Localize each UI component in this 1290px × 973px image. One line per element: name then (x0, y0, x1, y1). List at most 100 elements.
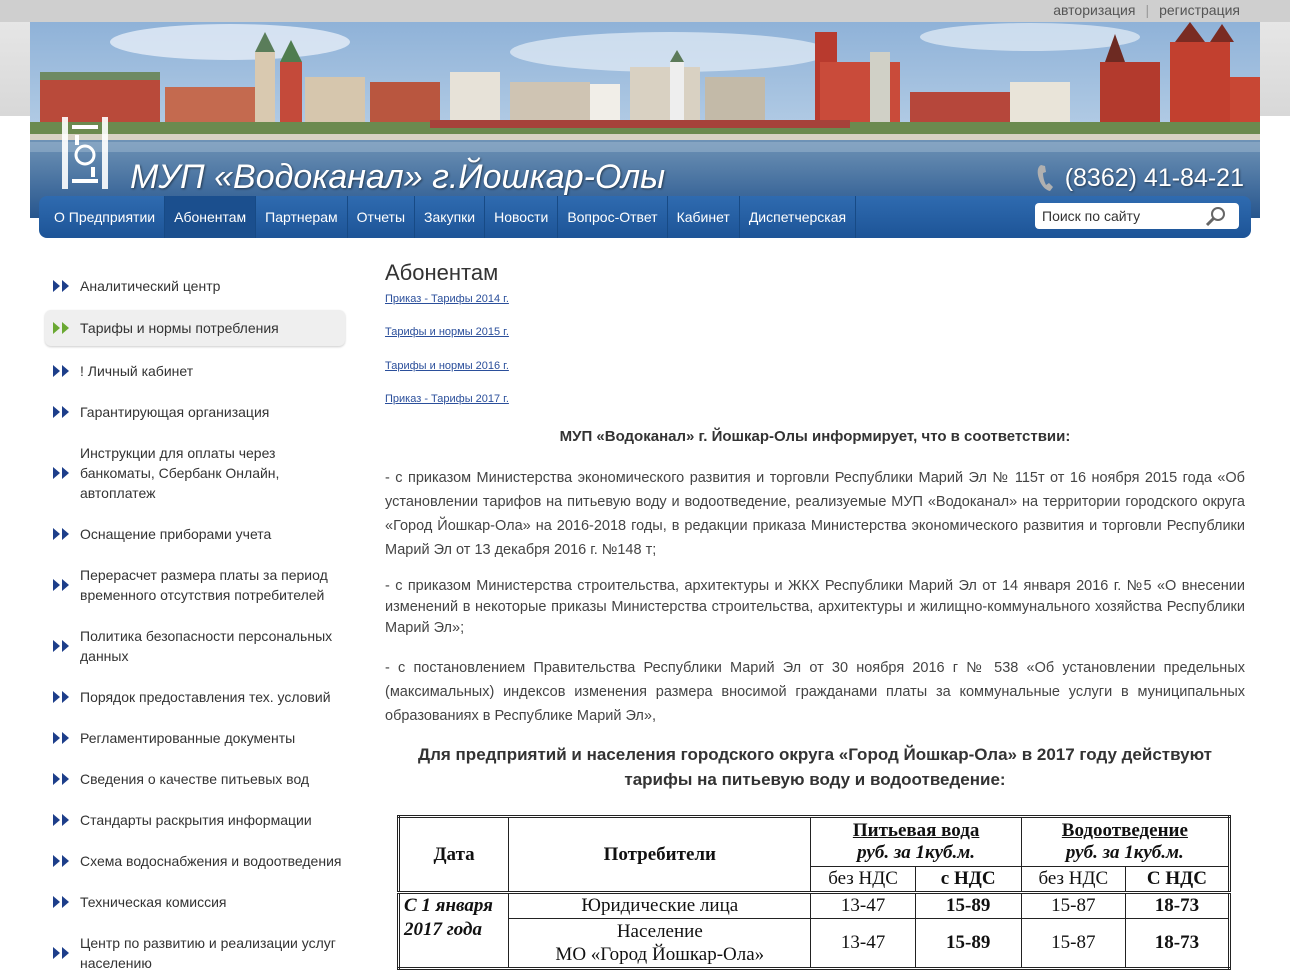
water-vat-value: 15-89 (946, 932, 991, 953)
tariff-heading: Для предприятий и населения городского о… (385, 742, 1245, 792)
double-arrow-icon (53, 731, 69, 744)
auth-separator: | (1145, 2, 1150, 18)
water-unit: руб. за 1куб.м. (857, 842, 976, 863)
sewage-vat-value: 18-73 (1154, 932, 1200, 953)
nav-item-purchases[interactable]: Закупки (415, 196, 486, 238)
phone-number: (8362) 41-84-21 (1035, 163, 1244, 193)
sidebar-item-supply-scheme[interactable]: Схема водоснабжения и водоотведения (45, 840, 345, 881)
double-arrow-icon (53, 639, 69, 652)
paragraph: - с приказом Министерства экономического… (385, 470, 1245, 558)
register-link[interactable]: регистрация (1159, 2, 1240, 18)
water-no-vat-cell: 13-47 (810, 918, 916, 969)
nav-item-subscribers[interactable]: Абонентам (165, 196, 257, 238)
logo-icon[interactable] (58, 115, 114, 191)
nav-item-faq[interactable]: Вопрос-Ответ (558, 196, 668, 238)
double-arrow-icon (53, 946, 69, 959)
consumer-line: МО «Город Йошкар-Ола» (555, 944, 765, 965)
water-vat-header: с НДС (914, 866, 1022, 893)
main-content: Абонентам Приказ - Тарифы 2014 г. Тарифы… (385, 260, 1245, 789)
sewage-no-vat-cell: 15-87 (1020, 892, 1126, 919)
period-line: 2017 года (404, 919, 482, 940)
double-arrow-icon (53, 322, 69, 334)
sidebar-item-tech-commission[interactable]: Техническая комиссия (45, 881, 345, 922)
doc-link-2016[interactable]: Тарифы и нормы 2016 г. (385, 360, 509, 372)
consumer-cell: Население МО «Город Йошкар-Ола» (508, 918, 812, 969)
nav-item-about[interactable]: О Предприятии (39, 196, 166, 238)
col-consumers-header: Потребители (508, 816, 812, 893)
sidebar-item-privacy[interactable]: Политика безопасности персональных данны… (45, 615, 345, 676)
double-arrow-icon (53, 813, 69, 826)
main-nav: О Предприятии Абонентам Партнерам Отчеты… (39, 196, 1251, 238)
doc-link-2014[interactable]: Приказ - Тарифы 2014 г. (385, 293, 509, 305)
double-arrow-icon (53, 854, 69, 867)
sidebar-item-documents[interactable]: Регламентированные документы (45, 717, 345, 758)
search-input[interactable] (1035, 208, 1203, 224)
water-vat-cell: 15-89 (914, 892, 1022, 919)
sewage-vat-header: С НДС (1124, 866, 1231, 893)
water-vat-cell: 15-89 (914, 918, 1022, 969)
period-cell: С 1 января 2017 года (397, 892, 510, 969)
sewage-vat-cell: 18-73 (1124, 918, 1231, 969)
water-header: Питьевая вода руб. за 1куб.м. (810, 816, 1022, 867)
double-arrow-icon (53, 280, 69, 292)
nav-item-dispatch[interactable]: Диспетчерская (740, 196, 857, 238)
double-arrow-icon (53, 690, 69, 703)
info-heading: МУП «Водоканал» г. Йошкар-Олы информируе… (559, 428, 1071, 445)
sidebar-item-tariffs[interactable]: Тарифы и нормы потребления (45, 310, 345, 346)
sidebar-item-water-quality[interactable]: Сведения о качестве питьевых вод (45, 758, 345, 799)
page: авторизация | регистрация МУП «Водоканал… (0, 0, 1290, 973)
sidebar-item-label: Техническая комиссия (80, 893, 227, 910)
sidebar-item-label: Порядок предоставления тех. условий (80, 688, 331, 705)
double-arrow-icon (53, 895, 69, 908)
auth-links: авторизация | регистрация (1053, 2, 1240, 18)
sidebar-item-label: Стандарты раскрытия информации (80, 811, 312, 828)
doc-link-2015[interactable]: Тарифы и нормы 2015 г. (385, 326, 509, 338)
sewage-header: Водоотведение руб. за 1куб.м. (1020, 816, 1231, 867)
sidebar-item-analytics[interactable]: Аналитический центр (45, 262, 345, 310)
col-date-header: Дата (397, 816, 510, 893)
sidebar-item-label: Аналитический центр (80, 278, 221, 294)
water-vat-value: 15-89 (946, 895, 991, 916)
nav-item-reports[interactable]: Отчеты (348, 196, 416, 238)
water-no-vat-cell: 13-47 (810, 892, 916, 919)
login-link[interactable]: авторизация (1053, 2, 1135, 18)
double-arrow-icon (53, 578, 69, 591)
search-icon[interactable] (1203, 205, 1229, 227)
nav-item-partners[interactable]: Партнерам (256, 196, 348, 238)
sidebar-item-service-center[interactable]: Центр по развитию и реализации услуг нас… (45, 922, 345, 973)
sidebar-item-meters[interactable]: Оснащение приборами учета (45, 513, 345, 554)
nav-item-news[interactable]: Новости (485, 196, 559, 238)
paragraph: - с постановлением Правительства Республ… (385, 660, 1245, 724)
paragraph: - с приказом Министерства строительства,… (385, 578, 1245, 636)
sewage-unit: руб. за 1куб.м. (1065, 842, 1184, 863)
consumer-cell: Юридические лица (508, 892, 812, 919)
sidebar-item-personal-cabinet[interactable]: ! Личный кабинет (45, 350, 345, 391)
water-title: Питьевая вода (852, 820, 980, 841)
sidebar-item-recalculation[interactable]: Перерасчет размера платы за период време… (45, 554, 345, 615)
sewage-vat-value: 18-73 (1154, 895, 1200, 916)
sidebar-item-label: Тарифы и нормы потребления (80, 320, 279, 336)
sidebar-item-label: ! Личный кабинет (80, 362, 194, 379)
nav-item-cabinet[interactable]: Кабинет (668, 196, 740, 238)
page-title: Абонентам (385, 260, 499, 285)
period-line: С 1 января (404, 895, 493, 916)
tariff-table: Дата Потребители Питьевая вода руб. за 1… (397, 815, 1231, 970)
phone-text: (8362) 41-84-21 (1064, 163, 1244, 192)
consumer-line: Население (616, 921, 703, 942)
sidebar-item-disclosure-standards[interactable]: Стандарты раскрытия информации (45, 799, 345, 840)
tariff-heading-line: тарифы на питьевую воду и водоотведение: (624, 770, 1006, 789)
sidebar-menu: Аналитический центр Тарифы и нормы потре… (45, 262, 345, 973)
sidebar-item-label: Оснащение приборами учета (80, 525, 272, 542)
sewage-vat-cell: 18-73 (1124, 892, 1231, 919)
sewage-no-vat-cell: 15-87 (1020, 918, 1126, 969)
site-title: МУП «Водоканал» г.Йошкар-Олы (130, 158, 666, 196)
sidebar-item-payment-instructions[interactable]: Инструкции для оплаты через банкоматы, С… (45, 432, 345, 513)
sidebar-item-label: Политика безопасности персональных данны… (80, 627, 333, 664)
doc-link-2017[interactable]: Приказ - Тарифы 2017 г. (385, 393, 509, 405)
double-arrow-icon (53, 527, 69, 540)
double-arrow-icon (53, 466, 69, 479)
sidebar-item-guarantee[interactable]: Гарантирующая организация (45, 391, 345, 432)
sidebar-item-tech-conditions[interactable]: Порядок предоставления тех. условий (45, 676, 345, 717)
sidebar-item-label: Схема водоснабжения и водоотведения (80, 852, 342, 869)
tariff-heading-line: Для предприятий и населения городского о… (417, 745, 1212, 764)
